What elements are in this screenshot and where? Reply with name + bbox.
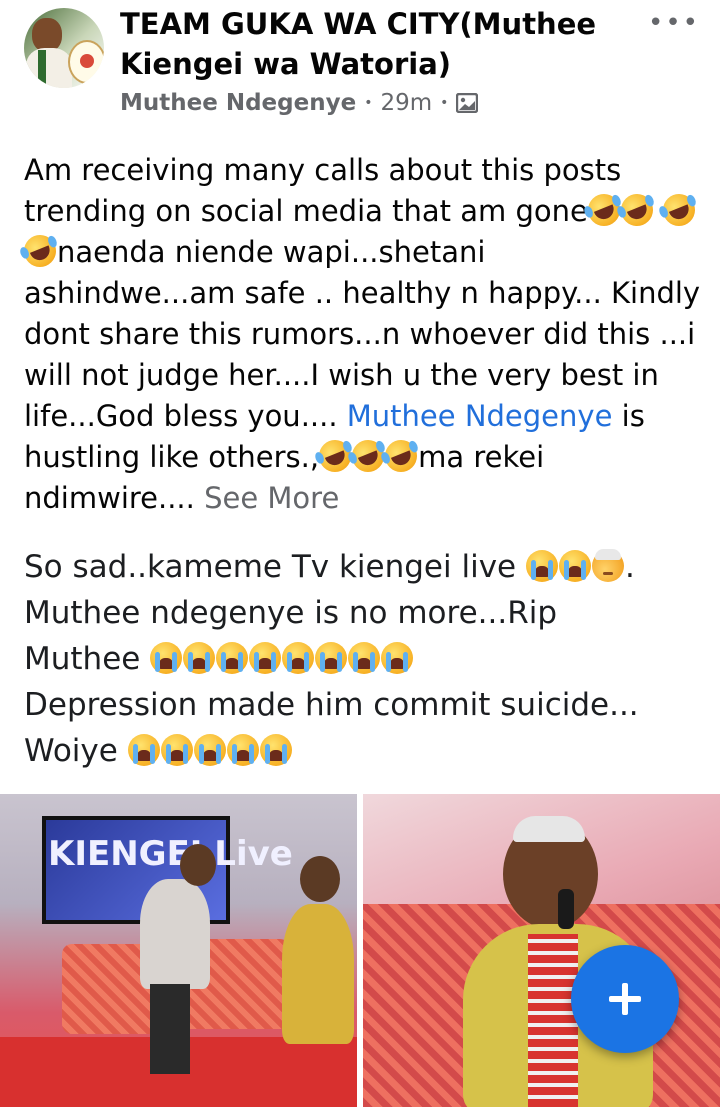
mention-link[interactable]: Muthee Ndegenye <box>347 399 613 433</box>
person-head <box>180 844 216 886</box>
timestamp[interactable]: 29m <box>380 90 432 116</box>
more-options-icon[interactable]: ••• <box>648 8 700 38</box>
screen-logo-text: KIENGEI Live <box>48 834 293 874</box>
person-head <box>300 856 340 902</box>
create-fab-button[interactable] <box>571 945 679 1053</box>
shared-line-5: Woiye <box>24 728 714 774</box>
shared-line-4: Depression made him commit suicide... <box>24 687 639 723</box>
microphone <box>558 889 574 929</box>
crying-emoji-icon <box>525 550 558 582</box>
group-name-link[interactable]: TEAM GUKA WA CITY(Muthee Kiengei wa Wato… <box>120 4 640 84</box>
crying-emoji-icon <box>315 642 348 674</box>
meta-separator-2: • <box>440 95 449 111</box>
plus-icon <box>609 983 641 1015</box>
crying-emoji-icon <box>282 642 315 674</box>
post-body: Am receiving many calls about this posts… <box>19 150 704 519</box>
crying-emoji-icon <box>259 734 292 766</box>
rofl-emoji-icon <box>658 189 700 231</box>
post-header: TEAM GUKA WA CITY(Muthee Kiengei wa Wato… <box>0 0 720 130</box>
group-avatar[interactable] <box>24 8 104 88</box>
person <box>282 904 354 1044</box>
crying-emoji-icon <box>381 642 414 674</box>
crying-emoji-icon <box>348 642 381 674</box>
crying-emoji-icon <box>183 642 216 674</box>
author-link[interactable]: Muthee Ndegenye <box>120 90 356 116</box>
shared-line-2: Muthee ndegenye is no more...Rip <box>24 595 558 631</box>
speaker-hair <box>513 816 585 842</box>
striped-shirt <box>528 934 578 1107</box>
post-meta: Muthee Ndegenye • 29m • <box>120 90 479 116</box>
person <box>140 879 210 989</box>
rofl-emoji-icon <box>19 230 61 272</box>
shared-post-text: So sad..kameme Tv kiengei live . Muthee … <box>24 544 714 774</box>
shared-line-1: So sad..kameme Tv kiengei live . <box>24 549 635 585</box>
crying-emoji-icon <box>193 734 226 766</box>
crying-emoji-icon <box>226 734 259 766</box>
rofl-emoji-icon <box>380 435 422 477</box>
crying-emoji-icon <box>150 642 183 674</box>
photo-speaker[interactable] <box>363 794 720 1107</box>
photo-album-icon <box>456 93 479 113</box>
crying-emoji-icon <box>160 734 193 766</box>
trousers <box>150 984 190 1074</box>
meta-separator: • <box>364 95 373 111</box>
crying-emoji-icon <box>558 550 591 582</box>
crying-emoji-icon <box>249 642 282 674</box>
crying-emoji-icon <box>127 734 160 766</box>
crying-emoji-icon <box>216 642 249 674</box>
older-man-emoji-icon <box>591 549 624 582</box>
shared-line-3: Muthee <box>24 636 714 682</box>
see-more-link[interactable]: See More <box>204 481 339 515</box>
post-text-1: Am receiving many calls about this posts… <box>24 153 622 228</box>
rofl-emoji-icon <box>616 189 658 231</box>
photo-studio-stage[interactable]: KIENGEI Live <box>0 794 357 1107</box>
